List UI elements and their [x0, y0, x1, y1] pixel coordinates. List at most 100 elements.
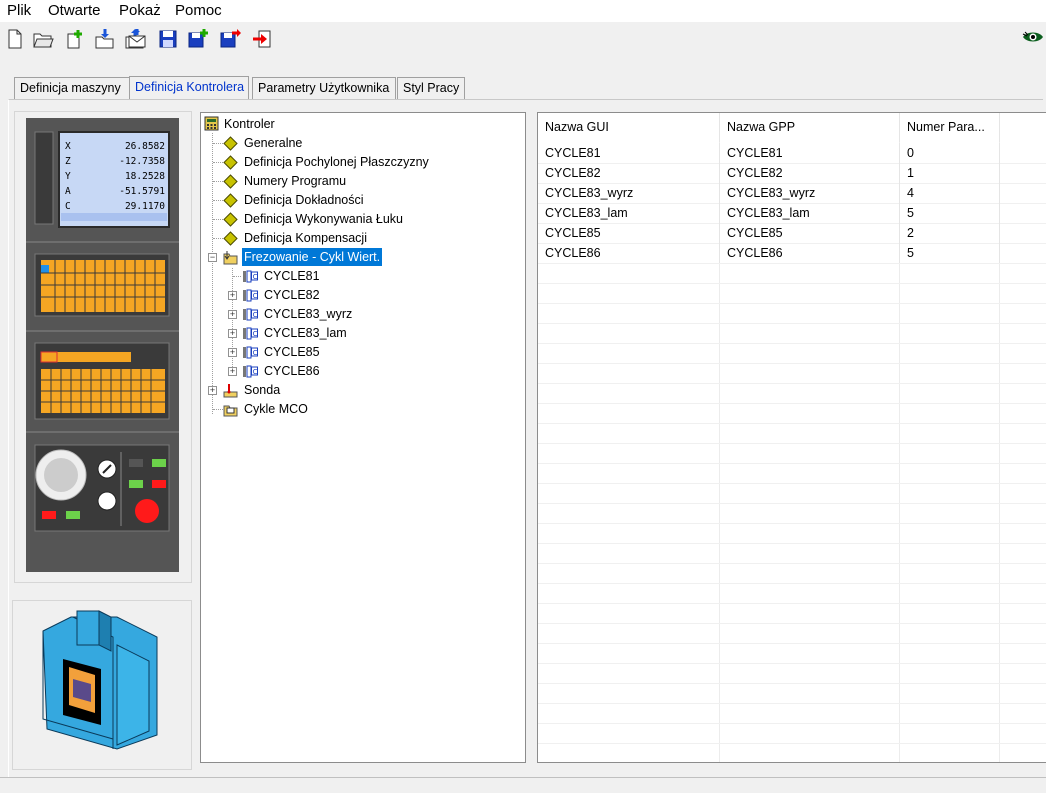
- new-file-icon[interactable]: [4, 28, 26, 50]
- table-row[interactable]: [538, 643, 1046, 664]
- table-cell[interactable]: CYCLE85: [538, 223, 720, 243]
- save-icon[interactable]: [157, 28, 179, 50]
- table-row[interactable]: CYCLE83_lam CYCLE83_lam 5: [538, 203, 1046, 224]
- table-row[interactable]: [538, 263, 1046, 284]
- table-cell[interactable]: 5: [900, 203, 1000, 223]
- table-cell[interactable]: CYCLE81: [720, 143, 900, 163]
- table-row[interactable]: CYCLE82 CYCLE82 1: [538, 163, 1046, 184]
- table-cell[interactable]: CYCLE83_wyrz: [538, 183, 720, 203]
- save-as-icon[interactable]: [219, 28, 241, 50]
- tree-item-sonda[interactable]: Sonda: [223, 381, 513, 399]
- table-cell[interactable]: CYCLE85: [720, 223, 900, 243]
- menu-plik[interactable]: Plik: [7, 2, 31, 19]
- tree-item-cykle-mco[interactable]: Cykle MCO: [223, 400, 513, 418]
- tree-item-cycle83-wyrz[interactable]: C CYCLE83_wyrz: [243, 305, 513, 323]
- tab-parametry-uzytkownika[interactable]: Parametry Użytkownika: [252, 77, 396, 99]
- menu-otwarte[interactable]: Otwarte: [48, 2, 101, 19]
- table-row[interactable]: [538, 503, 1046, 524]
- tree-item-wykonywanie-luku[interactable]: Definicja Wykonywania Łuku: [223, 210, 513, 228]
- tab-definicja-kontrolera[interactable]: Definicja Kontrolera: [129, 76, 249, 100]
- table-cell[interactable]: 2: [900, 223, 1000, 243]
- eye-icon[interactable]: [1022, 30, 1044, 44]
- tree-item-cycle81[interactable]: C CYCLE81: [243, 267, 513, 285]
- tree-expand-cycle86[interactable]: +: [228, 367, 237, 376]
- tree-item-dokladnosc[interactable]: Definicja Dokładności: [223, 191, 513, 209]
- table-row[interactable]: [538, 423, 1046, 444]
- table-row[interactable]: [538, 743, 1046, 762]
- table-row[interactable]: CYCLE86 CYCLE86 5: [538, 243, 1046, 264]
- table-cell[interactable]: 1: [900, 163, 1000, 183]
- table-row[interactable]: [538, 523, 1046, 544]
- tree-item-numery-programu[interactable]: Numery Programu: [223, 172, 513, 190]
- tree-guide: [213, 162, 223, 163]
- tree-expand-sonda[interactable]: +: [208, 386, 217, 395]
- menu-pokaz[interactable]: Pokaż: [119, 2, 161, 19]
- table-row[interactable]: [538, 323, 1046, 344]
- table-row[interactable]: [538, 603, 1046, 624]
- tree-expand-cycle82[interactable]: +: [228, 291, 237, 300]
- exit-icon[interactable]: [251, 28, 273, 50]
- table-row[interactable]: [538, 383, 1046, 404]
- tree-item-cycle86[interactable]: C CYCLE86: [243, 362, 513, 380]
- diamond-icon: [223, 212, 238, 227]
- table-row[interactable]: [538, 563, 1046, 584]
- table-cell[interactable]: CYCLE82: [720, 163, 900, 183]
- table-row[interactable]: [538, 583, 1046, 604]
- tree-item-cycle82[interactable]: C CYCLE82: [243, 286, 513, 304]
- table-cell[interactable]: 0: [900, 143, 1000, 163]
- table-row[interactable]: [538, 463, 1046, 484]
- add-file-icon[interactable]: [64, 28, 86, 50]
- column-header-nazwa-gui[interactable]: Nazwa GUI: [538, 113, 720, 142]
- table-cell[interactable]: CYCLE86: [538, 243, 720, 263]
- tab-definicja-maszyny[interactable]: Definicja maszyny: [14, 77, 130, 99]
- table-row[interactable]: [538, 303, 1046, 324]
- tree-item-cycle83-lam[interactable]: C CYCLE83_lam: [243, 324, 513, 342]
- tree-item-cycle85[interactable]: C CYCLE85: [243, 343, 513, 361]
- table-cell[interactable]: CYCLE83_wyrz: [720, 183, 900, 203]
- tree-expand-cycle83-lam[interactable]: +: [228, 329, 237, 338]
- table-cell[interactable]: 5: [900, 243, 1000, 263]
- table-row[interactable]: [538, 543, 1046, 564]
- tree-expand-cycle85[interactable]: +: [228, 348, 237, 357]
- table-cell[interactable]: CYCLE83_lam: [538, 203, 720, 223]
- table-cell[interactable]: 4: [900, 183, 1000, 203]
- tree-collapse-frezowanie[interactable]: −: [208, 253, 217, 262]
- import-folder-icon[interactable]: [94, 28, 116, 50]
- save-add-icon[interactable]: [187, 28, 209, 50]
- envelope-icon-shape[interactable]: [126, 28, 148, 50]
- open-folder-icon[interactable]: [32, 28, 54, 50]
- table-row[interactable]: CYCLE85 CYCLE85 2: [538, 223, 1046, 244]
- tab-styl-pracy[interactable]: Styl Pracy: [397, 77, 465, 99]
- tree-item-kompensacja[interactable]: Definicja Kompensacji: [223, 229, 513, 247]
- table-row[interactable]: [538, 443, 1046, 464]
- tree-expand-cycle83-wyrz[interactable]: +: [228, 310, 237, 319]
- tree-root[interactable]: Kontroler: [204, 115, 504, 133]
- table-row[interactable]: CYCLE83_wyrz CYCLE83_wyrz 4: [538, 183, 1046, 204]
- tree-item-pochylona-plaszczyzna[interactable]: Definicja Pochylonej Płaszczyzny: [223, 153, 513, 171]
- tree-item-label: Definicja Pochylonej Płaszczyzny: [244, 155, 429, 169]
- table-row[interactable]: [538, 483, 1046, 504]
- tree-item-generalne[interactable]: Generalne: [223, 134, 513, 152]
- tree-item-frezowanie[interactable]: Frezowanie - Cykl Wiert.: [223, 248, 513, 266]
- table-row[interactable]: [538, 663, 1046, 684]
- table-cell[interactable]: CYCLE83_lam: [720, 203, 900, 223]
- table-cell[interactable]: CYCLE82: [538, 163, 720, 183]
- column-header-nazwa-gpp[interactable]: Nazwa GPP: [720, 113, 900, 142]
- controller-tree[interactable]: Kontroler Generalne Definicja Pochylonej…: [200, 112, 526, 763]
- table-cell[interactable]: CYCLE81: [538, 143, 720, 163]
- table-row[interactable]: [538, 703, 1046, 724]
- table-cell[interactable]: CYCLE86: [720, 243, 900, 263]
- cycles-table[interactable]: Nazwa GUI Nazwa GPP Numer Para... CYCLE8…: [537, 112, 1046, 763]
- table-row[interactable]: [538, 723, 1046, 744]
- table-row[interactable]: [538, 343, 1046, 364]
- column-header-numer-param[interactable]: Numer Para...: [900, 113, 1000, 142]
- table-row[interactable]: CYCLE81 CYCLE81 0: [538, 143, 1046, 164]
- table-row[interactable]: [538, 623, 1046, 644]
- table-row[interactable]: [538, 283, 1046, 304]
- tree-guide: [213, 200, 223, 201]
- table-row[interactable]: [538, 363, 1046, 384]
- table-row[interactable]: [538, 683, 1046, 704]
- table-row[interactable]: [538, 403, 1046, 424]
- tree-guide: [213, 238, 223, 239]
- menu-pomoc[interactable]: Pomoc: [175, 2, 222, 19]
